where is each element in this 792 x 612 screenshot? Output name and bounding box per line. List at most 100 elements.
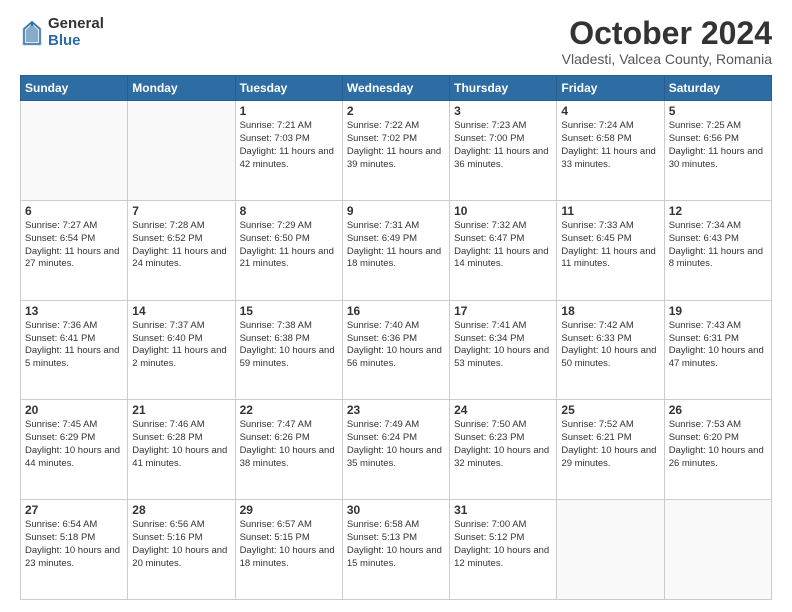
- day-info: Sunrise: 7:32 AM Sunset: 6:47 PM Dayligh…: [454, 220, 552, 271]
- header: General Blue October 2024 Vladesti, Valc…: [20, 16, 772, 67]
- day-info: Sunrise: 7:00 AM Sunset: 5:12 PM Dayligh…: [454, 519, 552, 570]
- day-number: 23: [347, 403, 445, 417]
- day-info: Sunrise: 6:58 AM Sunset: 5:13 PM Dayligh…: [347, 519, 445, 570]
- header-sunday: Sunday: [21, 76, 128, 101]
- day-number: 14: [132, 304, 230, 318]
- page: General Blue October 2024 Vladesti, Valc…: [0, 0, 792, 612]
- table-row: 1 Sunrise: 7:21 AM Sunset: 7:03 PM Daylig…: [235, 101, 342, 201]
- calendar-week-row: 20Sunrise: 7:45 AM Sunset: 6:29 PM Dayli…: [21, 400, 772, 500]
- day-number: 12: [669, 204, 767, 218]
- day-number: 5: [669, 104, 767, 118]
- table-row: 11Sunrise: 7:33 AM Sunset: 6:45 PM Dayli…: [557, 200, 664, 300]
- table-row: 5 Sunrise: 7:25 AM Sunset: 6:56 PM Daylig…: [664, 101, 771, 201]
- logo-general-text: General: [48, 16, 104, 33]
- calendar-body: 1 Sunrise: 7:21 AM Sunset: 7:03 PM Daylig…: [21, 101, 772, 600]
- day-number: 9: [347, 204, 445, 218]
- table-row: 22Sunrise: 7:47 AM Sunset: 6:26 PM Dayli…: [235, 400, 342, 500]
- day-number: 11: [561, 204, 659, 218]
- day-number: 2: [347, 104, 445, 118]
- header-friday: Friday: [557, 76, 664, 101]
- day-number: 8: [240, 204, 338, 218]
- day-number: 4: [561, 104, 659, 118]
- table-row: [128, 101, 235, 201]
- weekday-header-row: Sunday Monday Tuesday Wednesday Thursday…: [21, 76, 772, 101]
- calendar-week-row: 27Sunrise: 6:54 AM Sunset: 5:18 PM Dayli…: [21, 500, 772, 600]
- day-info: Sunrise: 6:54 AM Sunset: 5:18 PM Dayligh…: [25, 519, 123, 570]
- day-info: Sunrise: 7:46 AM Sunset: 6:28 PM Dayligh…: [132, 419, 230, 470]
- calendar-week-row: 13 Sunrise: 7:36 AM Sunset: 6:41 PM Dayli…: [21, 300, 772, 400]
- table-row: 28 Sunrise: 6:56 AM Sunset: 5:16 PM Dayli…: [128, 500, 235, 600]
- day-info: Sunrise: 7:37 AM Sunset: 6:40 PM Dayligh…: [132, 320, 230, 371]
- day-number: 29: [240, 503, 338, 517]
- table-row: 14 Sunrise: 7:37 AM Sunset: 6:40 PM Dayli…: [128, 300, 235, 400]
- table-row: 16 Sunrise: 7:40 AM Sunset: 6:36 PM Dayli…: [342, 300, 449, 400]
- day-info: Sunrise: 7:23 AM Sunset: 7:00 PM Dayligh…: [454, 120, 552, 171]
- table-row: 26 Sunrise: 7:53 AM Sunset: 6:20 PM Dayli…: [664, 400, 771, 500]
- day-number: 19: [669, 304, 767, 318]
- day-info: Sunrise: 7:29 AM Sunset: 6:50 PM Dayligh…: [240, 220, 338, 271]
- day-info: Sunrise: 7:43 AM Sunset: 6:31 PM Dayligh…: [669, 320, 767, 371]
- day-info: Sunrise: 7:45 AM Sunset: 6:29 PM Dayligh…: [25, 419, 123, 470]
- table-row: 13 Sunrise: 7:36 AM Sunset: 6:41 PM Dayli…: [21, 300, 128, 400]
- table-row: 20Sunrise: 7:45 AM Sunset: 6:29 PM Dayli…: [21, 400, 128, 500]
- day-number: 10: [454, 204, 552, 218]
- day-info: Sunrise: 7:27 AM Sunset: 6:54 PM Dayligh…: [25, 220, 123, 271]
- day-info: Sunrise: 7:40 AM Sunset: 6:36 PM Dayligh…: [347, 320, 445, 371]
- table-row: 7Sunrise: 7:28 AM Sunset: 6:52 PM Daylig…: [128, 200, 235, 300]
- table-row: 3Sunrise: 7:23 AM Sunset: 7:00 PM Daylig…: [450, 101, 557, 201]
- day-number: 18: [561, 304, 659, 318]
- table-row: 17 Sunrise: 7:41 AM Sunset: 6:34 PM Dayli…: [450, 300, 557, 400]
- table-row: 23Sunrise: 7:49 AM Sunset: 6:24 PM Dayli…: [342, 400, 449, 500]
- day-number: 15: [240, 304, 338, 318]
- table-row: 30 Sunrise: 6:58 AM Sunset: 5:13 PM Dayli…: [342, 500, 449, 600]
- day-info: Sunrise: 7:53 AM Sunset: 6:20 PM Dayligh…: [669, 419, 767, 470]
- day-info: Sunrise: 7:47 AM Sunset: 6:26 PM Dayligh…: [240, 419, 338, 470]
- day-info: Sunrise: 7:21 AM Sunset: 7:03 PM Dayligh…: [240, 120, 338, 171]
- header-wednesday: Wednesday: [342, 76, 449, 101]
- day-info: Sunrise: 7:41 AM Sunset: 6:34 PM Dayligh…: [454, 320, 552, 371]
- table-row: 25 Sunrise: 7:52 AM Sunset: 6:21 PM Dayli…: [557, 400, 664, 500]
- header-thursday: Thursday: [450, 76, 557, 101]
- day-number: 25: [561, 403, 659, 417]
- day-info: Sunrise: 7:22 AM Sunset: 7:02 PM Dayligh…: [347, 120, 445, 171]
- day-number: 17: [454, 304, 552, 318]
- title-section: October 2024 Vladesti, Valcea County, Ro…: [562, 16, 772, 67]
- day-number: 28: [132, 503, 230, 517]
- month-title: October 2024: [562, 16, 772, 51]
- day-info: Sunrise: 7:34 AM Sunset: 6:43 PM Dayligh…: [669, 220, 767, 271]
- logo-blue-text: Blue: [48, 33, 104, 50]
- table-row: 4 Sunrise: 7:24 AM Sunset: 6:58 PM Daylig…: [557, 101, 664, 201]
- location-subtitle: Vladesti, Valcea County, Romania: [562, 51, 772, 67]
- day-number: 30: [347, 503, 445, 517]
- day-info: Sunrise: 7:28 AM Sunset: 6:52 PM Dayligh…: [132, 220, 230, 271]
- day-info: Sunrise: 7:36 AM Sunset: 6:41 PM Dayligh…: [25, 320, 123, 371]
- day-number: 31: [454, 503, 552, 517]
- day-number: 21: [132, 403, 230, 417]
- table-row: 9 Sunrise: 7:31 AM Sunset: 6:49 PM Daylig…: [342, 200, 449, 300]
- table-row: 15Sunrise: 7:38 AM Sunset: 6:38 PM Dayli…: [235, 300, 342, 400]
- day-number: 26: [669, 403, 767, 417]
- day-info: Sunrise: 7:52 AM Sunset: 6:21 PM Dayligh…: [561, 419, 659, 470]
- calendar-header: Sunday Monday Tuesday Wednesday Thursday…: [21, 76, 772, 101]
- day-info: Sunrise: 7:42 AM Sunset: 6:33 PM Dayligh…: [561, 320, 659, 371]
- table-row: 31 Sunrise: 7:00 AM Sunset: 5:12 PM Dayli…: [450, 500, 557, 600]
- day-number: 16: [347, 304, 445, 318]
- calendar-week-row: 1 Sunrise: 7:21 AM Sunset: 7:03 PM Daylig…: [21, 101, 772, 201]
- day-number: 13: [25, 304, 123, 318]
- logo-icon: [20, 18, 44, 48]
- table-row: [21, 101, 128, 201]
- day-info: Sunrise: 7:31 AM Sunset: 6:49 PM Dayligh…: [347, 220, 445, 271]
- day-info: Sunrise: 6:56 AM Sunset: 5:16 PM Dayligh…: [132, 519, 230, 570]
- logo: General Blue: [20, 16, 104, 49]
- calendar-table: Sunday Monday Tuesday Wednesday Thursday…: [20, 75, 772, 600]
- day-number: 1: [240, 104, 338, 118]
- header-saturday: Saturday: [664, 76, 771, 101]
- day-info: Sunrise: 7:25 AM Sunset: 6:56 PM Dayligh…: [669, 120, 767, 171]
- day-number: 6: [25, 204, 123, 218]
- table-row: 8 Sunrise: 7:29 AM Sunset: 6:50 PM Daylig…: [235, 200, 342, 300]
- day-info: Sunrise: 7:24 AM Sunset: 6:58 PM Dayligh…: [561, 120, 659, 171]
- table-row: 10 Sunrise: 7:32 AM Sunset: 6:47 PM Dayli…: [450, 200, 557, 300]
- header-monday: Monday: [128, 76, 235, 101]
- table-row: 2 Sunrise: 7:22 AM Sunset: 7:02 PM Daylig…: [342, 101, 449, 201]
- table-row: [557, 500, 664, 600]
